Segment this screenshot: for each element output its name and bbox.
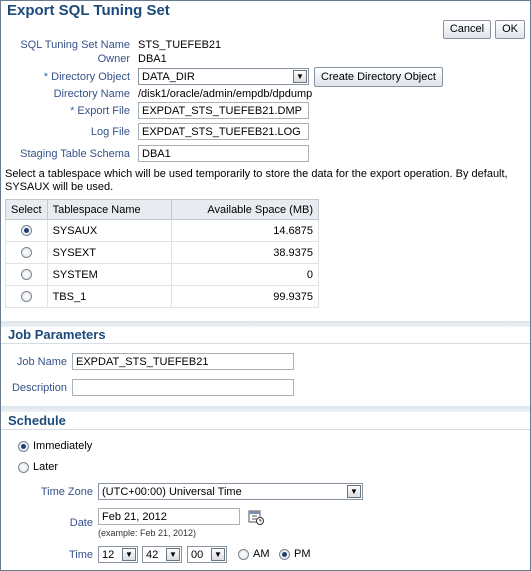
- sts-name-value: STS_TUEFEB21: [138, 39, 222, 51]
- chevron-down-icon[interactable]: ▼: [166, 548, 180, 561]
- chevron-down-icon[interactable]: ▼: [293, 70, 307, 83]
- tablespace-radio-sysaux[interactable]: [20, 225, 32, 237]
- date-example: (example: Feb 21, 2012): [98, 528, 197, 538]
- calendar-icon[interactable]: [248, 509, 264, 525]
- chevron-down-icon[interactable]: ▼: [122, 548, 136, 561]
- immediately-radio[interactable]: [18, 440, 29, 452]
- cancel-button[interactable]: Cancel: [442, 20, 492, 39]
- date-input[interactable]: [98, 508, 240, 525]
- column-header-tablespace-name: Tablespace Name: [46, 199, 172, 220]
- time-label: Time: [68, 549, 93, 561]
- pm-option[interactable]: PM: [279, 548, 311, 560]
- page-title: Export SQL Tuning Set: [7, 2, 170, 19]
- job-parameters-title: Job Parameters: [8, 327, 106, 342]
- available-space-cell: 14.6875: [170, 219, 320, 242]
- log-file-label: Log File: [90, 126, 130, 138]
- hour-value: 12: [102, 548, 115, 561]
- directory-name-label: Directory Name: [53, 88, 130, 100]
- timezone-value: (UTC+00:00) Universal Time: [102, 485, 242, 498]
- tablespace-radio-system[interactable]: [20, 269, 32, 281]
- tablespace-name-cell: SYSEXT: [46, 241, 172, 264]
- timezone-label: Time Zone: [40, 486, 93, 498]
- am-label: AM: [253, 548, 270, 560]
- minute-value: 42: [146, 548, 159, 561]
- later-label: Later: [33, 461, 59, 473]
- date-label: Date: [69, 517, 93, 529]
- available-space-cell: 99.9375: [170, 285, 320, 308]
- tablespace-name-cell: TBS_1: [46, 285, 172, 308]
- directory-object-value: DATA_DIR: [142, 70, 195, 83]
- directory-name-value: /disk1/oracle/admin/empdb/dpdump: [138, 88, 313, 100]
- required-marker: *: [70, 105, 75, 117]
- row-select-cell: [5, 285, 48, 308]
- sts-name-label: SQL Tuning Set Name: [20, 39, 130, 51]
- tablespace-help-text: Select a tablespace which will be used t…: [5, 168, 508, 193]
- export-file-input[interactable]: [138, 102, 309, 119]
- immediately-label: Immediately: [33, 440, 93, 452]
- chevron-down-icon[interactable]: ▼: [347, 485, 361, 498]
- required-marker: *: [43, 71, 49, 83]
- table-row: TBS_1 99.9375: [5, 285, 320, 308]
- chevron-down-icon[interactable]: ▼: [211, 548, 225, 561]
- create-directory-button[interactable]: Create Directory Object: [314, 67, 443, 87]
- later-option[interactable]: Later: [18, 461, 58, 473]
- table-row: SYSEXT 38.9375: [5, 241, 320, 264]
- pm-radio[interactable]: [279, 548, 290, 560]
- minute-select[interactable]: 42 ▼: [142, 546, 182, 563]
- section-bar-schedule: [1, 406, 530, 412]
- owner-value: DBA1: [138, 53, 167, 65]
- table-row: SYSAUX 14.6875: [5, 219, 320, 242]
- ok-button[interactable]: OK: [495, 20, 525, 39]
- tablespace-name-cell: SYSAUX: [46, 219, 172, 242]
- column-header-available-space: Available Space (MB): [170, 199, 320, 220]
- section-divider: [1, 343, 530, 344]
- row-select-cell: [5, 241, 48, 264]
- tablespace-name-cell: SYSTEM: [46, 263, 172, 286]
- column-header-select: Select: [5, 199, 48, 220]
- top-button-bar: Cancel OK: [442, 20, 525, 39]
- am-radio[interactable]: [238, 548, 249, 560]
- tablespace-table: Select Tablespace Name Available Space (…: [5, 199, 320, 308]
- description-input[interactable]: [72, 379, 294, 396]
- second-select[interactable]: 00 ▼: [187, 546, 227, 563]
- hour-select[interactable]: 12 ▼: [98, 546, 138, 563]
- pm-label: PM: [294, 548, 311, 560]
- am-option[interactable]: AM: [238, 548, 270, 560]
- log-file-input[interactable]: [138, 123, 309, 140]
- table-header-row: Select Tablespace Name Available Space (…: [5, 199, 320, 220]
- description-label: Description: [11, 382, 67, 394]
- staging-schema-label: Staging Table Schema: [20, 148, 130, 160]
- job-name-label: Job Name: [16, 356, 67, 368]
- schedule-title: Schedule: [8, 413, 66, 428]
- job-name-input[interactable]: [72, 353, 294, 370]
- section-divider: [1, 429, 530, 430]
- owner-label: Owner: [97, 53, 130, 65]
- staging-schema-input[interactable]: [138, 145, 309, 162]
- export-file-label: * Export File: [70, 105, 130, 117]
- second-value: 00: [191, 548, 204, 561]
- later-radio[interactable]: [18, 461, 29, 473]
- row-select-cell: [5, 263, 48, 286]
- available-space-cell: 38.9375: [170, 241, 320, 264]
- immediately-option[interactable]: Immediately: [18, 440, 92, 452]
- timezone-select[interactable]: (UTC+00:00) Universal Time ▼: [98, 483, 363, 500]
- available-space-cell: 0: [170, 263, 320, 286]
- table-row: SYSTEM 0: [5, 263, 320, 286]
- export-file-label-text: Export File: [77, 105, 130, 117]
- row-select-cell: [5, 219, 48, 242]
- tablespace-radio-sysext[interactable]: [20, 247, 32, 259]
- directory-object-select[interactable]: DATA_DIR ▼: [138, 68, 309, 85]
- directory-object-label: * Directory Object: [44, 71, 130, 83]
- directory-object-label-text: Directory Object: [51, 71, 130, 83]
- tablespace-radio-tbs1[interactable]: [20, 291, 32, 303]
